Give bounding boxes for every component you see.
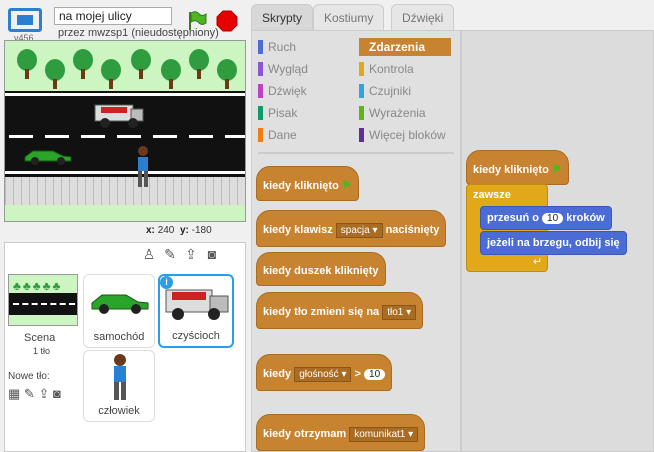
category-sensing[interactable]: Czujniki	[359, 84, 411, 98]
tab-sounds[interactable]: Dźwięki	[391, 4, 455, 30]
stage[interactable]	[4, 40, 246, 222]
new-sprite-tools: ♙ ✎ ⇪ ◙	[140, 246, 224, 262]
new-backdrop-label: Nowe tło:	[8, 371, 50, 382]
loop-arrow-icon: ↵	[533, 256, 543, 268]
block-when-loudness[interactable]: kiedy głośność ▾ > 10	[256, 354, 393, 391]
tree	[101, 59, 121, 89]
tree	[73, 49, 93, 79]
mouse-coordinates: x: 240 y: -180	[146, 225, 212, 236]
block-when-i-receive[interactable]: kiedy otrzymam komunikat1 ▾	[256, 414, 426, 451]
car-thumbnail	[91, 294, 149, 314]
move-steps-block[interactable]: przesuń o 10 kroków	[480, 206, 612, 230]
person-thumbnail	[114, 354, 126, 400]
fullscreen-icon[interactable]	[8, 8, 42, 32]
upload-icon[interactable]: ⇪	[182, 246, 200, 262]
tree	[45, 59, 65, 89]
street-cleaner-sprite[interactable]	[93, 99, 145, 131]
sprite-tile-czlowiek[interactable]: człowiek	[83, 350, 155, 422]
tree	[189, 49, 209, 79]
sprite-name: samochód	[93, 331, 145, 343]
category-pen[interactable]: Pisak	[258, 106, 297, 120]
category-events[interactable]: Zdarzenia	[359, 38, 451, 56]
street-cleaner-thumbnail	[165, 289, 229, 320]
steps-input[interactable]: 10	[542, 213, 564, 224]
camera-icon[interactable]: ◙	[53, 386, 61, 401]
stage-backdrop-count: 1 tło	[33, 346, 51, 356]
key-dropdown[interactable]: spacja ▾	[335, 223, 383, 238]
stage-thumbnail[interactable]: ♣♣♣♣♣	[8, 274, 78, 326]
green-flag-icon: ⚑	[341, 180, 352, 192]
stage-label: Scena	[24, 332, 56, 344]
green-flag-icon[interactable]	[186, 10, 208, 32]
category-sound[interactable]: Dźwięk	[258, 84, 307, 98]
tab-scripts[interactable]: Skrypty	[251, 4, 314, 30]
tree	[217, 59, 237, 89]
block-when-flag-clicked[interactable]: kiedy kliknięto ⚑	[256, 166, 359, 201]
paint-icon[interactable]: ✎	[161, 246, 179, 262]
category-more-blocks[interactable]: Więcej bloków	[359, 128, 446, 142]
block-when-sprite-clicked[interactable]: kiedy duszek kliknięty	[256, 252, 386, 286]
stop-icon[interactable]	[216, 10, 238, 32]
block-when-key-pressed[interactable]: kiedy klawisz spacja ▾ naciśnięty	[256, 210, 447, 247]
project-title-input[interactable]: na mojej ulicy	[54, 7, 172, 25]
sprite-tile-czyscioch[interactable]: i czyścioch	[158, 274, 234, 348]
sprite-name: człowiek	[98, 405, 140, 417]
category-looks[interactable]: Wygląd	[258, 62, 308, 76]
paint-icon[interactable]: ✎	[24, 386, 35, 401]
upload-icon[interactable]: ⇪	[38, 386, 49, 401]
camera-icon[interactable]: ◙	[203, 246, 221, 262]
bounce-on-edge-block[interactable]: jeżeli na brzegu, odbij się	[480, 231, 627, 255]
sprite-tile-samochod[interactable]: samochód	[83, 274, 155, 348]
sprite-name: czyścioch	[172, 330, 220, 342]
category-motion[interactable]: Ruch	[258, 40, 296, 54]
car-sprite[interactable]	[23, 145, 73, 165]
sprite-library-icon[interactable]: ♙	[140, 246, 158, 262]
sensor-dropdown[interactable]: głośność ▾	[294, 367, 352, 382]
tree	[131, 49, 151, 79]
tree	[17, 49, 37, 79]
palette-divider	[258, 152, 454, 154]
new-backdrop-tools: ▦ ✎ ⇪ ◙	[8, 386, 61, 402]
sidewalk	[5, 177, 245, 205]
script-when-flag-clicked[interactable]: kiedy kliknięto ⚑	[466, 150, 569, 185]
person-sprite[interactable]	[133, 145, 153, 193]
threshold-input[interactable]: 10	[364, 369, 386, 380]
green-flag-icon: ⚑	[551, 164, 562, 176]
backdrop-dropdown[interactable]: tło1 ▾	[382, 305, 417, 320]
message-dropdown[interactable]: komunikat1 ▾	[349, 427, 419, 442]
category-operators[interactable]: Wyrażenia	[359, 106, 426, 120]
category-data[interactable]: Dane	[258, 128, 297, 142]
backdrop-library-icon[interactable]: ▦	[8, 386, 20, 401]
tab-costumes[interactable]: Kostiumy	[313, 4, 385, 30]
category-control[interactable]: Kontrola	[359, 62, 414, 76]
block-when-backdrop-switches[interactable]: kiedy tło zmieni się na tło1 ▾	[256, 292, 424, 329]
tree	[161, 59, 181, 89]
